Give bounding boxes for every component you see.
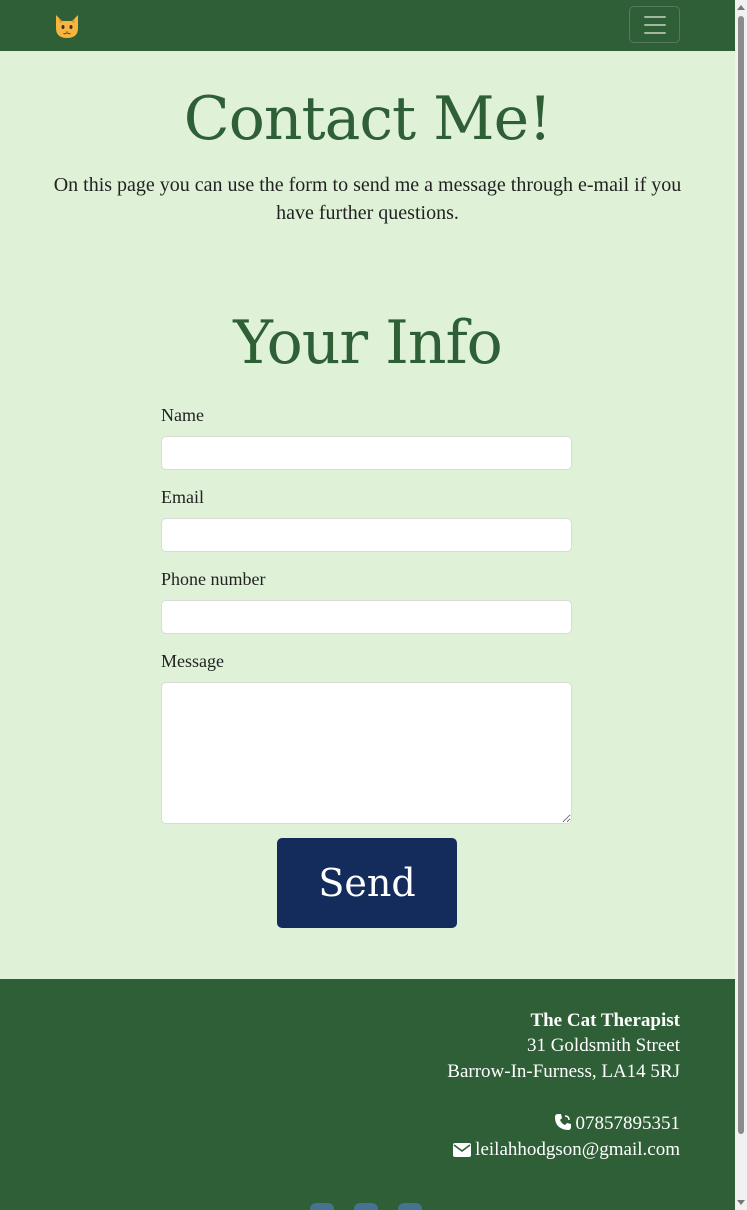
footer-email-address[interactable]: leilahhodgson@gmail.com — [475, 1139, 680, 1160]
email-label: Email — [161, 487, 204, 507]
page: Contact Me! On this page you can use the… — [0, 0, 735, 1210]
scroll-down-arrow-icon[interactable] — [737, 1200, 745, 1205]
footer-business-name: The Cat Therapist — [530, 1010, 680, 1031]
footer-email: leilahhodgson@gmail.com — [453, 1139, 680, 1163]
phone-icon — [554, 1113, 572, 1137]
name-label: Name — [161, 405, 204, 425]
phone-input[interactable] — [161, 600, 572, 634]
footer-address-line2: Barrow-In-Furness, LA14 5RJ — [447, 1061, 680, 1082]
twitter-icon[interactable] — [398, 1203, 422, 1210]
name-input[interactable] — [161, 436, 572, 470]
social-links — [310, 1203, 422, 1210]
footer-phone-number[interactable]: 07857895351 — [576, 1113, 681, 1134]
linkedin-icon[interactable] — [354, 1203, 378, 1210]
footer-phone: 07857895351 — [554, 1113, 681, 1137]
footer-address-line1: 31 Goldsmith Street — [526, 1035, 680, 1056]
send-button[interactable]: Send — [277, 838, 457, 928]
scrollbar-thumb[interactable] — [738, 16, 744, 1134]
hamburger-icon — [643, 15, 666, 18]
cat-face-icon[interactable] — [52, 10, 82, 40]
footer: The Cat Therapist 31 Goldsmith Street Ba… — [0, 979, 735, 1210]
navbar — [0, 0, 735, 51]
facebook-icon[interactable] — [310, 1203, 334, 1210]
email-input[interactable] — [161, 518, 572, 552]
message-label: Message — [161, 651, 224, 671]
page-title: Contact Me! — [183, 84, 552, 154]
scrollbar[interactable] — [735, 0, 747, 1210]
phone-label: Phone number — [161, 569, 266, 589]
envelope-icon — [453, 1141, 472, 1163]
scroll-up-arrow-icon[interactable] — [737, 5, 745, 10]
hamburger-menu-button[interactable] — [629, 6, 680, 43]
form-heading: Your Info — [233, 308, 503, 378]
intro-text: On this page you can use the form to sen… — [53, 174, 682, 224]
message-textarea[interactable] — [161, 682, 572, 824]
